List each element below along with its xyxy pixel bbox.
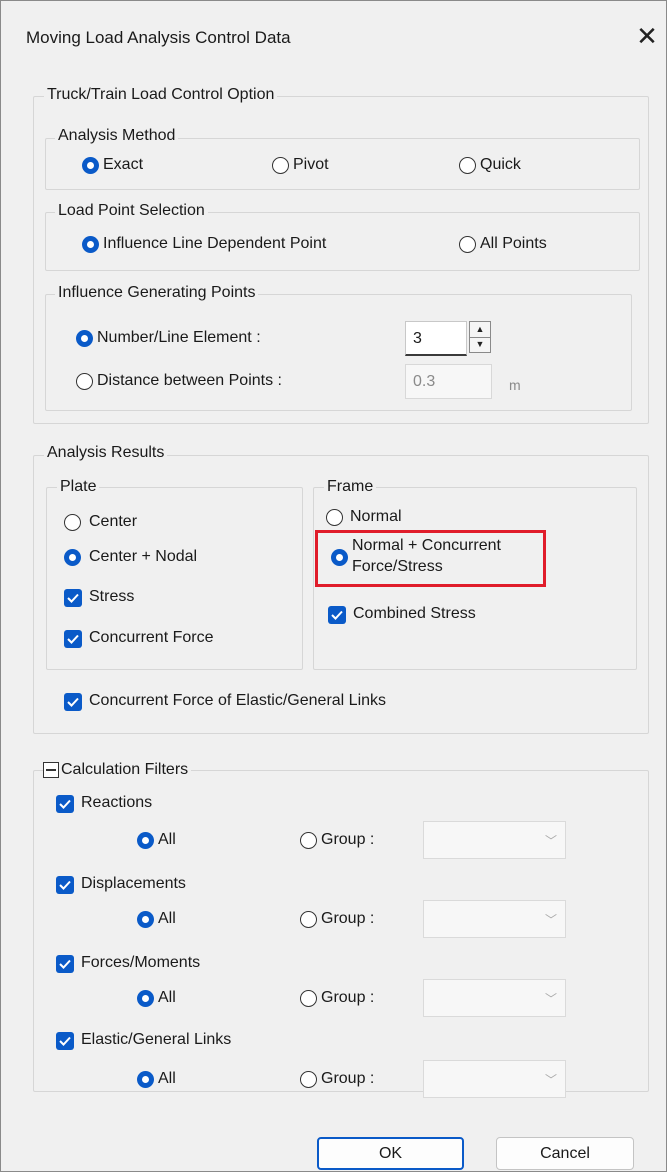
- displacements-group-select[interactable]: ﹀: [423, 900, 566, 938]
- radio-reactions-group[interactable]: [300, 832, 317, 849]
- checkbox-reactions[interactable]: [56, 795, 74, 813]
- radio-forces-group[interactable]: [300, 990, 317, 1007]
- label-links-all: All: [158, 1070, 176, 1087]
- checkbox-stress[interactable]: [64, 589, 82, 607]
- analysis-method-legend: Analysis Method: [55, 127, 179, 145]
- chevron-down-icon: ﹀: [544, 834, 557, 848]
- label-displacements-group: Group :: [321, 910, 375, 927]
- radio-center-nodal[interactable]: [64, 549, 81, 566]
- radio-distance-between[interactable]: [76, 373, 93, 390]
- radio-displacements-all[interactable]: [137, 911, 154, 928]
- analysis-results-legend: Analysis Results: [44, 444, 168, 462]
- label-all-points: All Points: [480, 235, 547, 252]
- number-per-line-input[interactable]: 3: [405, 321, 467, 356]
- radio-quick[interactable]: [459, 157, 476, 174]
- label-combined-stress: Combined Stress: [353, 605, 476, 622]
- radio-number-per-line[interactable]: [76, 330, 93, 347]
- label-distance-between: Distance between Points :: [97, 372, 282, 389]
- label-number-per-line: Number/Line Element :: [97, 329, 261, 346]
- distance-input[interactable]: 0.3: [405, 364, 492, 399]
- checkbox-elastic-general-links[interactable]: [56, 1032, 74, 1050]
- radio-normal[interactable]: [326, 509, 343, 526]
- red-highlight-box: [315, 530, 546, 587]
- radio-forces-all[interactable]: [137, 990, 154, 1007]
- radio-links-all[interactable]: [137, 1071, 154, 1088]
- label-reactions: Reactions: [81, 794, 153, 811]
- checkbox-elastic-links[interactable]: [64, 693, 82, 711]
- radio-reactions-all[interactable]: [137, 832, 154, 849]
- label-links-group: Group :: [321, 1070, 375, 1087]
- spin-down-icon[interactable]: ▼: [470, 337, 490, 352]
- radio-links-group[interactable]: [300, 1071, 317, 1088]
- radio-center[interactable]: [64, 514, 81, 531]
- dialog-title: Moving Load Analysis Control Data: [26, 28, 291, 47]
- radio-exact[interactable]: [82, 157, 99, 174]
- label-elastic-general-links: Elastic/General Links: [81, 1031, 232, 1048]
- label-concurrent-force: Concurrent Force: [89, 629, 214, 646]
- plate-legend: Plate: [57, 478, 100, 496]
- chevron-down-icon: ﹀: [544, 1073, 557, 1087]
- calculation-filters-legend: Calculation Filters: [59, 761, 192, 779]
- label-elastic-links: Concurrent Force of Elastic/General Link…: [89, 692, 387, 709]
- title-bar: Moving Load Analysis Control Data ✕: [0, 0, 665, 72]
- label-reactions-group: Group :: [321, 831, 375, 848]
- number-spinner[interactable]: ▲ ▼: [469, 321, 491, 353]
- label-forces-moments: Forces/Moments: [81, 954, 201, 971]
- radio-all-points[interactable]: [459, 236, 476, 253]
- close-icon[interactable]: ✕: [627, 16, 667, 56]
- checkbox-forces-moments[interactable]: [56, 955, 74, 973]
- label-displacements-all: All: [158, 910, 176, 927]
- checkbox-concurrent-force[interactable]: [64, 630, 82, 648]
- label-forces-all: All: [158, 989, 176, 1006]
- links-group-select[interactable]: ﹀: [423, 1060, 566, 1098]
- label-quick: Quick: [480, 156, 521, 173]
- label-forces-group: Group :: [321, 989, 375, 1006]
- cancel-button[interactable]: Cancel: [496, 1137, 634, 1170]
- label-influence-line-point: Influence Line Dependent Point: [103, 235, 327, 252]
- label-normal: Normal: [350, 508, 402, 525]
- checkbox-displacements[interactable]: [56, 876, 74, 894]
- distance-unit: m: [509, 377, 521, 393]
- chevron-down-icon: ﹀: [544, 992, 557, 1006]
- truck-train-legend: Truck/Train Load Control Option: [44, 86, 278, 104]
- spin-up-icon[interactable]: ▲: [470, 322, 490, 338]
- checkbox-combined-stress[interactable]: [328, 606, 346, 624]
- label-displacements: Displacements: [81, 875, 186, 892]
- load-point-legend: Load Point Selection: [55, 202, 208, 220]
- radio-pivot[interactable]: [272, 157, 289, 174]
- influence-points-group: [45, 294, 632, 411]
- label-pivot: Pivot: [293, 156, 329, 173]
- reactions-group-select[interactable]: ﹀: [423, 821, 566, 859]
- frame-legend: Frame: [324, 478, 377, 496]
- label-exact: Exact: [103, 156, 144, 173]
- label-reactions-all: All: [158, 831, 176, 848]
- forces-group-select[interactable]: ﹀: [423, 979, 566, 1017]
- label-stress: Stress: [89, 588, 135, 605]
- radio-displacements-group[interactable]: [300, 911, 317, 928]
- collapse-icon[interactable]: [43, 762, 59, 778]
- label-center: Center: [89, 513, 138, 530]
- chevron-down-icon: ﹀: [544, 913, 557, 927]
- influence-points-legend: Influence Generating Points: [55, 284, 259, 302]
- label-center-nodal: Center + Nodal: [89, 548, 198, 565]
- ok-button[interactable]: OK: [317, 1137, 464, 1170]
- radio-influence-line-point[interactable]: [82, 236, 99, 253]
